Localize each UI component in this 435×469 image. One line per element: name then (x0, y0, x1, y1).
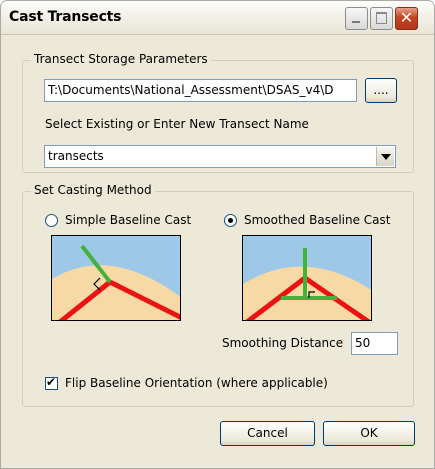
smoothing-distance-label: Smoothing Distance (222, 336, 344, 350)
radio-selected-dot (228, 218, 233, 223)
flip-baseline-checkbox[interactable]: ✔ (45, 375, 58, 390)
smoothing-distance-field[interactable]: 50 (351, 332, 398, 355)
cast-transects-dialog: Cast Transects ✕ Transect Storage Parame… (0, 0, 435, 469)
ok-button[interactable]: OK (323, 421, 415, 446)
maximize-icon (376, 12, 387, 24)
casting-group-label: Set Casting Method (31, 183, 155, 197)
close-button[interactable]: ✕ (395, 7, 418, 30)
maximize-button[interactable] (370, 7, 393, 30)
checkmark-icon: ✔ (46, 375, 57, 389)
storage-path-field[interactable]: T:\Documents\National_Assessment\DSAS_v4… (44, 79, 357, 102)
smoothed-cast-label[interactable]: Smoothed Baseline Cast (244, 213, 391, 227)
smoothed-cast-diagram (242, 235, 372, 321)
smoothed-cast-radio[interactable] (224, 214, 237, 227)
select-transect-label: Select Existing or Enter New Transect Na… (45, 117, 309, 131)
cancel-button[interactable]: Cancel (220, 421, 315, 446)
simple-cast-label[interactable]: Simple Baseline Cast (65, 213, 191, 227)
minimize-icon (352, 21, 360, 23)
smoothed-cast-illustration (243, 236, 371, 320)
dropdown-arrow-icon[interactable] (376, 147, 394, 166)
close-icon: ✕ (399, 8, 414, 27)
browse-button[interactable]: .... (365, 78, 397, 103)
storage-group-label: Transect Storage Parameters (31, 52, 211, 66)
minimize-button[interactable] (345, 7, 368, 30)
title-bar[interactable]: Cast Transects ✕ (1, 1, 434, 35)
flip-baseline-label[interactable]: Flip Baseline Orientation (where applica… (65, 376, 328, 390)
simple-cast-illustration (52, 236, 180, 320)
transect-name-combobox[interactable]: transects (44, 145, 396, 168)
window-title: Cast Transects (9, 9, 122, 25)
transect-name-value: transects (48, 149, 104, 163)
simple-cast-diagram (51, 235, 181, 321)
simple-cast-radio[interactable] (45, 214, 58, 227)
